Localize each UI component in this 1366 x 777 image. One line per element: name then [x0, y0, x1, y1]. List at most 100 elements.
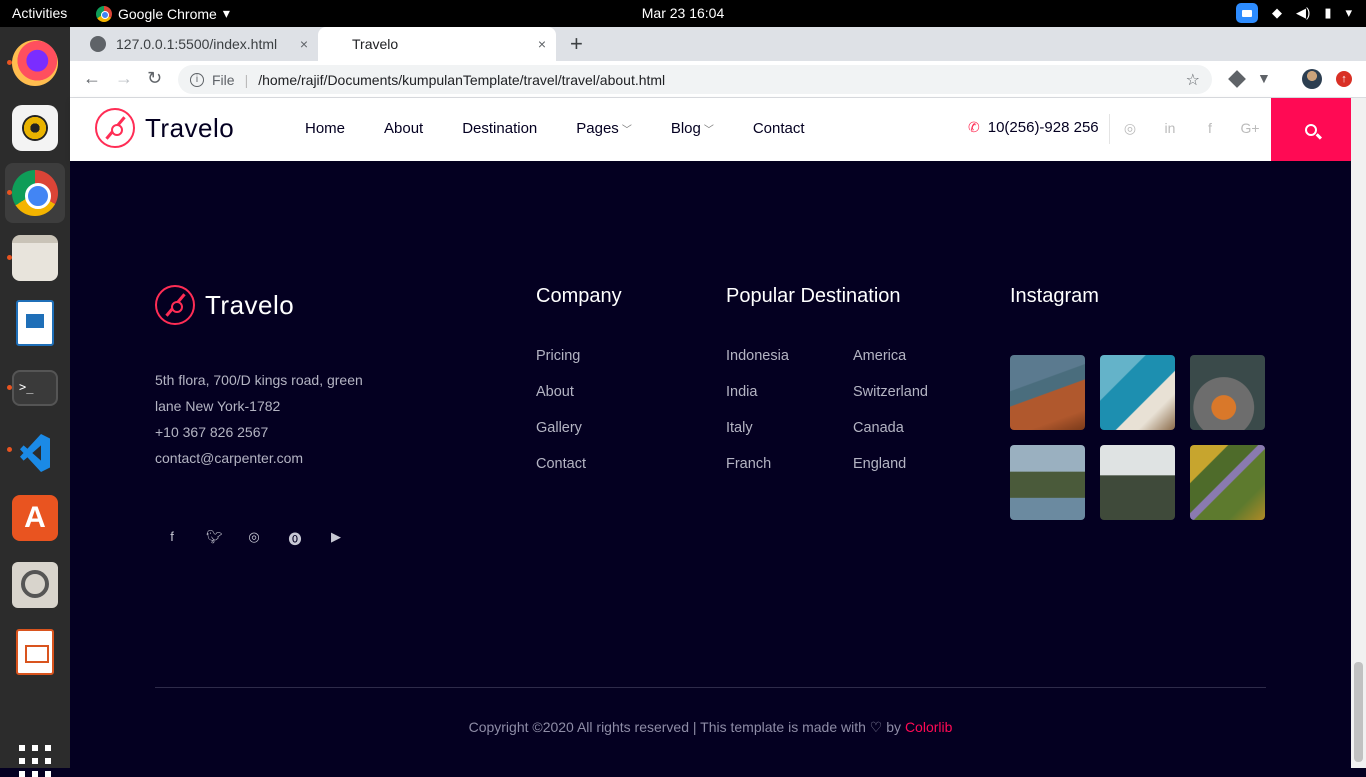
destination-link[interactable]: England	[853, 456, 928, 492]
close-icon[interactable]: ×	[538, 36, 546, 52]
destination-link[interactable]: Italy	[726, 420, 789, 456]
google-plus-icon[interactable]: G+	[1240, 120, 1260, 137]
header-socials: ◎ in f G+	[1120, 120, 1260, 137]
instagram-icon[interactable]: ◎	[1120, 120, 1140, 137]
footer-link-pricing[interactable]: Pricing	[536, 348, 586, 384]
chevron-down-icon: ﹀	[703, 125, 714, 136]
firefox-icon	[12, 40, 58, 86]
footer-link-gallery[interactable]: Gallery	[536, 420, 586, 456]
destination-list-1: Indonesia India Italy Franch	[726, 348, 789, 492]
clock[interactable]: Mar 23 16:04	[642, 5, 725, 21]
pinterest-icon[interactable]: ⓿	[288, 529, 302, 548]
address-bar[interactable]: i File | /home/rajif/Documents/kumpulanT…	[178, 65, 1212, 94]
tab-travelo[interactable]: Travelo ×	[318, 27, 556, 61]
instagram-photo[interactable]	[1100, 355, 1175, 430]
site-logo[interactable]: Travelo	[95, 108, 234, 148]
new-tab-button[interactable]: +	[570, 31, 583, 57]
footer-email[interactable]: contact@carpenter.com	[155, 445, 363, 471]
app-menu[interactable]: Google Chrome ▾	[96, 5, 230, 22]
header-phone[interactable]: ✆ 10(256)-928 256	[968, 119, 1099, 136]
dock-impress[interactable]	[5, 622, 65, 682]
colorlib-link[interactable]: Colorlib	[905, 719, 952, 735]
chevron-down-icon: ▾	[222, 5, 230, 21]
nav-home[interactable]: Home	[305, 120, 345, 137]
search-icon	[1305, 123, 1317, 136]
back-icon[interactable]: ←	[83, 68, 101, 89]
destination-link[interactable]: India	[726, 384, 789, 420]
nav-destination[interactable]: Destination	[462, 120, 537, 137]
dock-writer[interactable]	[5, 293, 65, 353]
url-text[interactable]: /home/rajif/Documents/kumpulanTemplate/t…	[258, 72, 665, 88]
update-icon[interactable]: ↑	[1336, 71, 1352, 87]
info-icon[interactable]: i	[190, 72, 204, 87]
dock-software[interactable]: A	[5, 488, 65, 548]
bookmark-star-icon[interactable]: ☆	[1186, 70, 1200, 90]
tab-title: 127.0.0.1:5500/index.html	[116, 36, 278, 52]
zoom-icon[interactable]	[1235, 3, 1258, 23]
search-button[interactable]	[1271, 98, 1351, 161]
page-scrollbar[interactable]	[1351, 98, 1366, 768]
forward-icon[interactable]: →	[115, 68, 133, 89]
activities-button[interactable]: Activities	[12, 5, 67, 21]
extension-icon[interactable]	[1228, 70, 1246, 88]
facebook-icon[interactable]: f	[1200, 120, 1220, 137]
dock-image-viewer[interactable]	[5, 555, 65, 615]
volume-icon: ◀)	[1295, 5, 1311, 20]
dock-chrome[interactable]	[5, 163, 65, 223]
destination-link[interactable]: Canada	[853, 420, 928, 456]
nav-pages-label: Pages	[576, 120, 619, 137]
footer-phone: +10 367 826 2567	[155, 424, 269, 440]
dock-terminal[interactable]: >_	[5, 358, 65, 418]
twitter-icon[interactable]: 🐦︎	[206, 529, 223, 548]
profile-avatar[interactable]	[1302, 69, 1322, 89]
extension-vue-icon[interactable]: ▼	[1257, 70, 1275, 88]
footer-logo[interactable]: Travelo	[155, 285, 294, 325]
instagram-photo[interactable]	[1190, 355, 1265, 430]
dock-vscode[interactable]	[5, 423, 65, 483]
footer-divider	[155, 687, 1266, 688]
wifi-icon: ◆	[1271, 5, 1282, 20]
instagram-photo[interactable]	[1190, 445, 1265, 520]
reload-icon[interactable]: ↻	[147, 68, 162, 89]
destination-link[interactable]: America	[853, 348, 928, 384]
app-menu-label: Google Chrome	[118, 5, 217, 22]
vscode-icon	[12, 430, 58, 476]
nav-pages[interactable]: Pages ﹀	[576, 120, 632, 137]
linkedin-icon[interactable]: in	[1160, 120, 1180, 137]
instagram-photo[interactable]	[1010, 445, 1085, 520]
image-viewer-icon	[12, 562, 58, 608]
footer-link-contact[interactable]: Contact	[536, 456, 586, 492]
globe-icon	[90, 36, 106, 52]
close-icon[interactable]: ×	[300, 36, 308, 52]
destination-list-2: America Switzerland Canada England	[853, 348, 928, 492]
youtube-icon[interactable]: ▶	[329, 529, 343, 548]
nav-blog[interactable]: Blog ﹀	[671, 120, 714, 137]
show-applications-icon[interactable]	[19, 745, 51, 777]
destination-link[interactable]: Indonesia	[726, 348, 789, 384]
tab-index[interactable]: 127.0.0.1:5500/index.html ×	[78, 27, 318, 61]
writer-icon	[16, 300, 54, 346]
system-tray[interactable]: ◆ ◀) ▮ ▾	[1235, 3, 1352, 23]
tab-bar: 127.0.0.1:5500/index.html × Travelo × +	[70, 27, 1366, 61]
instagram-icon[interactable]: ◎	[247, 529, 261, 548]
company-title: Company	[536, 285, 622, 307]
destination-link[interactable]: Switzerland	[853, 384, 928, 420]
terminal-icon: >_	[12, 370, 58, 406]
nav-contact[interactable]: Contact	[753, 120, 805, 137]
facebook-icon[interactable]: f	[165, 529, 179, 548]
browser-toolbar: ← → ↻ i File | /home/rajif/Documents/kum…	[70, 61, 1366, 98]
instagram-photo[interactable]	[1010, 355, 1085, 430]
divider	[1109, 114, 1110, 144]
dock-files[interactable]	[5, 228, 65, 288]
address-line: 5th flora, 700/D kings road, green	[155, 372, 363, 388]
destination-link[interactable]: Franch	[726, 456, 789, 492]
dock-firefox[interactable]	[5, 33, 65, 93]
nav-about[interactable]: About	[384, 120, 423, 137]
footer-link-about[interactable]: About	[536, 384, 586, 420]
battery-icon: ▮	[1324, 5, 1332, 20]
instagram-photo[interactable]	[1100, 445, 1175, 520]
scrollbar-thumb[interactable]	[1354, 662, 1363, 762]
copyright-text: Copyright ©2020 All rights reserved | Th…	[468, 719, 870, 735]
dock-rhythmbox[interactable]	[5, 98, 65, 158]
address-line: lane New York-1782	[155, 398, 281, 414]
